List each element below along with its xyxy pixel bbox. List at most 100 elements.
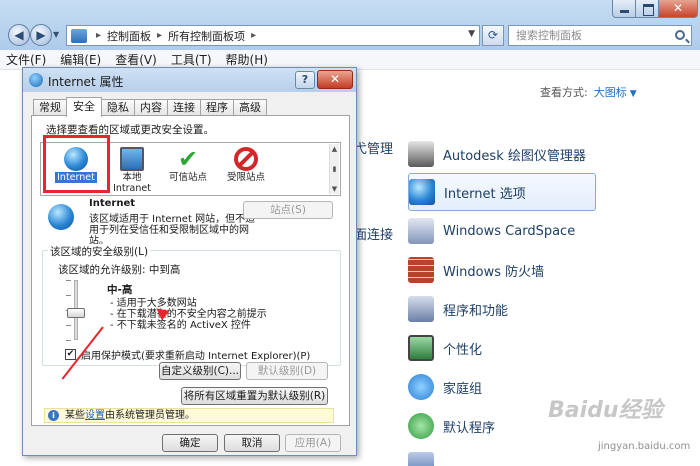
allowed-levels: 该区域的允许级别: 中到高 — [58, 264, 181, 276]
zone-label: 本地 Intranet — [113, 172, 151, 194]
tab-connections[interactable]: 连接 — [167, 99, 201, 116]
forward-button[interactable]: ▶ — [30, 24, 52, 46]
intranet-icon — [120, 147, 144, 171]
settings-link[interactable]: 设置 — [85, 409, 105, 422]
custom-level-button[interactable]: 自定义级别(C)... — [159, 362, 241, 380]
search-input[interactable]: 搜索控制面板 — [508, 25, 692, 46]
apply-button[interactable]: 应用(A) — [285, 434, 341, 452]
watermark-logo: Baidu经验 — [548, 398, 663, 423]
level-desc-line: - 在下载潜在的不安全内容之前提示 — [110, 309, 267, 320]
default-programs-icon — [408, 413, 434, 439]
zone-list-scrollbar[interactable]: ▲ ▮ ▼ — [329, 144, 339, 194]
cardspace-icon — [408, 218, 434, 244]
cp-item-label: Autodesk 绘图仪管理器 — [443, 148, 586, 164]
breadcrumb-separator: ▸ — [96, 30, 102, 41]
firewall-icon — [408, 257, 434, 283]
cp-item-label: Internet 选项 — [444, 186, 526, 202]
programs-icon — [408, 296, 434, 322]
maximize-button[interactable] — [635, 0, 659, 18]
zone-label: 受限站点 — [226, 172, 265, 183]
watermark-url: jingyan.baidu.com — [598, 441, 691, 452]
cp-item-partial-connection[interactable]: 面连接 — [354, 224, 393, 243]
ok-button[interactable]: 确定 — [162, 434, 218, 452]
dialog-titlebar: Internet 属性 ? ✕ — [23, 68, 356, 92]
security-tab-panel: 选择要查看的区域或更改安全设置。 Internet 本地 Intranet ✔ … — [31, 115, 350, 426]
cp-item-cardspace[interactable]: Windows CardSpace — [408, 212, 596, 250]
view-by: 查看方式: 大图标 ▼ — [540, 84, 637, 100]
tab-privacy[interactable]: 隐私 — [101, 99, 135, 116]
breadcrumb-control-panel[interactable]: 控制面板 — [107, 28, 151, 44]
cp-item-autodesk-plotter[interactable]: Autodesk 绘图仪管理器 — [408, 135, 596, 173]
highlight-box — [43, 135, 110, 193]
plotter-icon — [408, 141, 434, 167]
tab-strip: 常规 安全 隐私 内容 连接 程序 高级 — [33, 97, 267, 117]
minimize-button[interactable] — [612, 0, 636, 18]
menu-help[interactable]: 帮助(H) — [226, 51, 268, 68]
address-dropdown-icon[interactable]: ▼ — [468, 29, 475, 39]
dialog-close-button[interactable]: ✕ — [317, 70, 353, 89]
breadcrumb-separator: ▸ — [157, 30, 163, 41]
menu-view[interactable]: 查看(V) — [115, 51, 157, 68]
menu-edit[interactable]: 编辑(E) — [60, 51, 101, 68]
tab-advanced[interactable]: 高级 — [233, 99, 267, 116]
trusted-check-icon: ✔ — [177, 145, 199, 173]
cancel-button[interactable]: 取消 — [224, 434, 280, 452]
address-bar[interactable]: ▸ 控制面板 ▸ 所有控制面板项 ▸ ▼ — [66, 25, 480, 46]
globe-icon — [48, 204, 74, 230]
tab-programs[interactable]: 程序 — [200, 99, 234, 116]
zone-local-intranet[interactable]: 本地 Intranet — [105, 145, 159, 194]
cp-item-programs[interactable]: 程序和功能 — [408, 290, 596, 328]
menu-file[interactable]: 文件(F) — [6, 51, 46, 68]
cp-item-firewall[interactable]: Windows 防火墙 — [408, 251, 596, 289]
zone-info-description: 该区域适用于 Internet 网站，但不适用于列在受信任和受限制区域中的网站。 — [89, 214, 256, 247]
sites-button[interactable]: 站点(S) — [243, 201, 333, 219]
window-titlebar: ✕ ◀ ▶ ▼ ▸ 控制面板 ▸ 所有控制面板项 ▸ ▼ ⟳ 搜索控制面板 — [0, 0, 700, 50]
security-level-description: - 适用于大多数网站 - 在下载潜在的不安全内容之前提示 - 不下载未签名的 A… — [110, 298, 267, 331]
protected-mode-label: 启用保护模式(要求重新启动 Internet Explorer)(P) — [81, 351, 311, 362]
protected-mode-checkbox[interactable]: ✔ — [65, 349, 76, 360]
default-level-button[interactable]: 默认级别(D) — [246, 362, 328, 380]
cp-item-personalization[interactable]: 个性化 — [408, 329, 596, 367]
security-level-title: 该区域的安全级别(L) — [48, 244, 151, 259]
level-desc-line: - 不下载未签名的 ActiveX 控件 — [110, 320, 251, 331]
cp-item-label: 程序和功能 — [443, 303, 509, 319]
breadcrumb-separator: ▸ — [251, 30, 257, 41]
breadcrumb-all-items[interactable]: 所有控制面板项 — [168, 28, 245, 44]
menu-tools[interactable]: 工具(T) — [171, 51, 212, 68]
tab-security[interactable]: 安全 — [66, 97, 102, 117]
back-button[interactable]: ◀ — [8, 24, 30, 46]
recent-pages-dropdown[interactable]: ▼ — [53, 30, 59, 39]
cp-item-label: Windows 防火墙 — [443, 264, 545, 280]
restricted-icon — [234, 147, 258, 171]
info-bar: i 某些 设置 由系统管理员管理。 — [44, 408, 334, 423]
help-button[interactable]: ? — [295, 71, 315, 89]
close-button[interactable]: ✕ — [658, 0, 698, 18]
security-slider-thumb[interactable] — [67, 308, 85, 318]
refresh-button[interactable]: ⟳ — [482, 25, 504, 46]
info-icon: i — [48, 410, 59, 421]
tab-general[interactable]: 常规 — [33, 99, 67, 116]
search-icon[interactable] — [675, 30, 685, 40]
dialog-title: Internet 属性 — [48, 75, 124, 89]
internet-explorer-icon — [29, 73, 43, 87]
view-by-value[interactable]: 大图标 — [594, 86, 627, 99]
cp-item-partial-manage[interactable]: 弋管理 — [354, 138, 393, 157]
internet-options-icon — [409, 179, 435, 205]
zone-trusted-sites[interactable]: ✔ 可信站点 — [161, 145, 215, 193]
zone-label: 可信站点 — [168, 172, 207, 183]
cp-item-label: 个性化 — [443, 342, 483, 358]
protected-mode-option[interactable]: ✔ 启用保护模式(要求重新启动 Internet Explorer)(P) — [65, 347, 310, 362]
reset-all-zones-button[interactable]: 将所有区域重置为默认级别(R) — [181, 387, 328, 405]
personalization-icon — [408, 335, 434, 361]
level-desc-line: - 适用于大多数网站 — [110, 298, 197, 309]
chevron-down-icon[interactable]: ▼ — [630, 89, 637, 99]
cp-item-generic[interactable] — [408, 446, 596, 466]
generic-icon — [408, 452, 434, 466]
internet-properties-dialog: Internet 属性 ? ✕ 常规 安全 隐私 内容 连接 程序 高级 选择要… — [22, 67, 357, 456]
zone-restricted-sites[interactable]: 受限站点 — [219, 145, 273, 193]
cp-item-internet-options[interactable]: Internet 选项 — [408, 173, 596, 211]
cp-item-label: 默认程序 — [443, 420, 496, 436]
tab-content[interactable]: 内容 — [134, 99, 168, 116]
homegroup-icon — [408, 374, 434, 400]
view-by-label: 查看方式: — [540, 86, 588, 99]
